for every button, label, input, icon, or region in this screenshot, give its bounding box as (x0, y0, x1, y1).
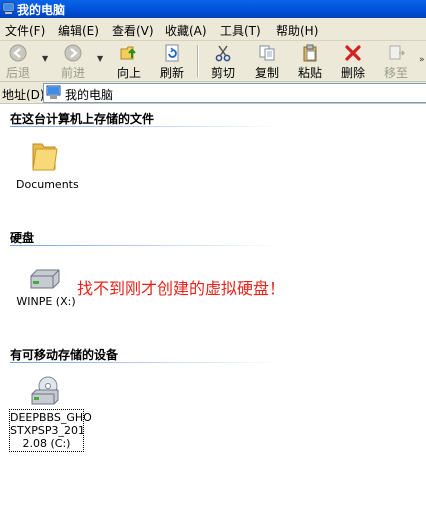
cd-drive-label-line: DEEPBBS_GHO (10, 411, 92, 424)
my-computer-icon (2, 2, 15, 14)
forward-label: 前进 (60, 66, 85, 80)
forward-button[interactable]: 前进 (56, 43, 90, 80)
address-bar: 地址(D) 我的电脑 (0, 82, 426, 104)
toolbar: 后退 ▼ 前进 ▼ 向上 刷新 剪切 复制 粘贴 删除 移至 » (0, 41, 426, 82)
group-header-removable: 有可移动存储的设备 (10, 348, 119, 362)
group-divider (10, 245, 280, 246)
paste-button[interactable]: 粘贴 (293, 43, 327, 80)
address-label: 地址(D) (2, 88, 45, 102)
cd-drive-icon[interactable] (30, 376, 62, 406)
refresh-icon (165, 44, 179, 62)
cd-drive-label-line: STXPSP3_201 (10, 424, 85, 437)
documents-label[interactable]: Documents (16, 178, 79, 191)
group-header-files: 在这台计算机上存储的文件 (10, 112, 155, 126)
back-dropdown-icon[interactable]: ▼ (42, 54, 48, 63)
menu-view[interactable]: 查看(V) (112, 22, 154, 39)
address-input[interactable]: 我的电脑 (43, 83, 426, 103)
title-bar: 我的电脑 (0, 0, 426, 18)
cd-drive-label-line: 2.08 (C:) (22, 437, 71, 450)
cut-button[interactable]: 剪切 (206, 43, 240, 80)
toolbar-separator (197, 45, 199, 77)
delete-label: 删除 (340, 66, 365, 80)
delete-x-icon (345, 45, 361, 61)
group-divider (10, 362, 280, 363)
paste-label: 粘贴 (297, 66, 322, 80)
forward-dropdown-icon[interactable]: ▼ (97, 54, 103, 63)
delete-button[interactable]: 删除 (336, 43, 370, 80)
folder-icon[interactable] (31, 140, 59, 172)
move-to-icon (389, 45, 405, 60)
scissors-icon (215, 45, 231, 62)
cd-drive-label[interactable]: DEEPBBS_GHO STXPSP3_201 2.08 (C:) (9, 409, 92, 452)
annotation-text: 找不到刚才创建的虚拟硬盘！ (77, 279, 286, 298)
copy-button[interactable]: 复制 (250, 43, 284, 80)
menu-edit[interactable]: 编辑(E) (58, 22, 99, 39)
my-computer-icon (46, 85, 61, 99)
back-label: 后退 (5, 66, 30, 80)
toolbar-overflow-icon[interactable]: » (419, 55, 425, 65)
address-value: 我的电脑 (65, 88, 114, 102)
hard-drive-icon[interactable] (27, 268, 63, 292)
winpe-drive-label[interactable]: WINPE (X:) (12, 295, 80, 308)
refresh-button[interactable]: 刷新 (155, 43, 189, 80)
folder-up-icon (120, 46, 136, 60)
cut-label: 剪切 (210, 66, 235, 80)
move-to-button[interactable]: 移至 (379, 43, 413, 80)
window-title: 我的电脑 (17, 3, 66, 17)
forward-arrow-icon (64, 44, 82, 62)
up-button[interactable]: 向上 (112, 43, 146, 80)
menu-favorites[interactable]: 收藏(A) (165, 22, 207, 39)
refresh-label: 刷新 (159, 66, 184, 80)
up-label: 向上 (116, 66, 141, 80)
paste-icon (303, 44, 317, 62)
copy-label: 复制 (254, 66, 279, 80)
back-button[interactable]: 后退 (2, 43, 34, 80)
menu-file[interactable]: 文件(F) (5, 22, 45, 39)
copy-icon (259, 45, 275, 61)
group-divider (10, 126, 280, 127)
back-arrow-icon (9, 44, 27, 62)
menu-tools[interactable]: 工具(T) (220, 22, 261, 39)
menu-bar: 文件(F) 编辑(E) 查看(V) 收藏(A) 工具(T) 帮助(H) (0, 18, 426, 41)
group-header-hard-disk: 硬盘 (10, 231, 35, 245)
menu-help[interactable]: 帮助(H) (276, 22, 318, 39)
move-to-label: 移至 (383, 66, 408, 80)
